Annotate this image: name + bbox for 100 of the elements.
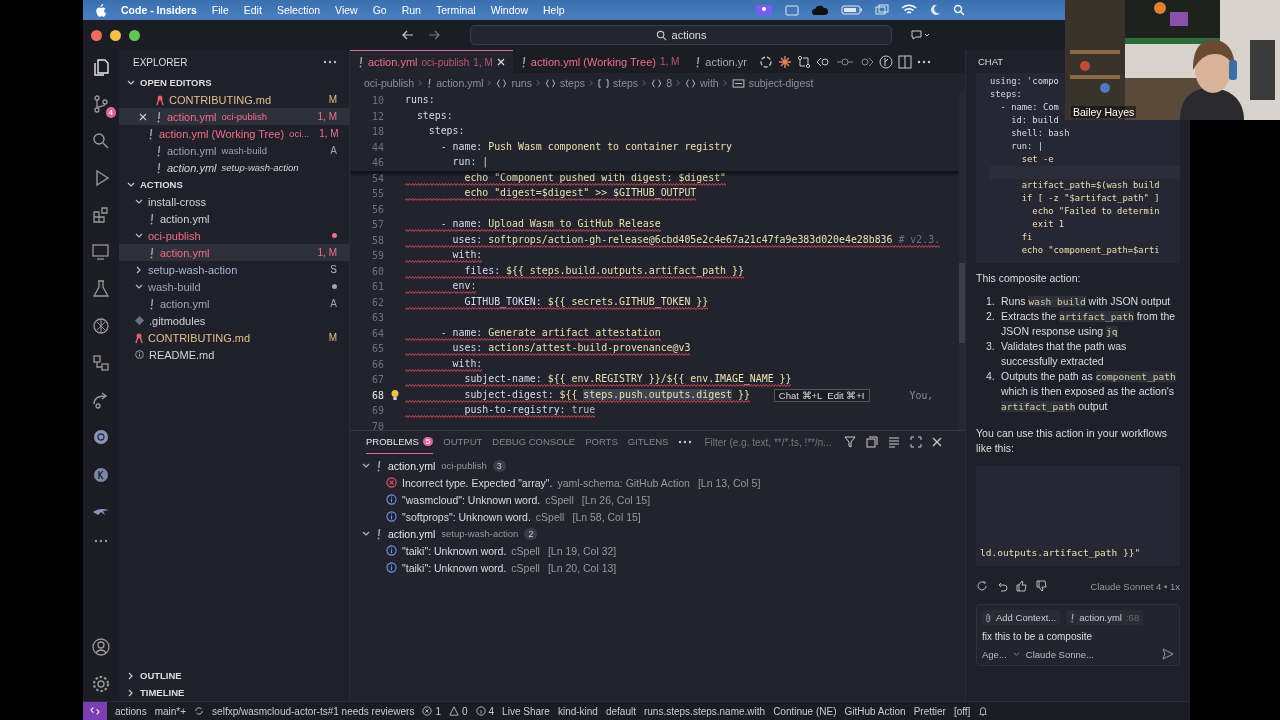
editor-tab[interactable]: action.yml oci-publish 1, M bbox=[350, 50, 513, 73]
menu-item[interactable]: Terminal bbox=[435, 4, 476, 16]
pull-request-status[interactable]: selfxp/wasmcloud-actor-ts#1 needs reviewers bbox=[212, 705, 415, 717]
notification-badge: 4 bbox=[105, 107, 116, 118]
breadcrumb[interactable]: with bbox=[699, 77, 719, 89]
menu-item[interactable]: Edit bbox=[243, 4, 262, 16]
breadcrumb[interactable]: runs bbox=[511, 77, 532, 89]
line-number: 61 bbox=[371, 281, 384, 293]
open-editor-item[interactable]: action.yml setup-wash-action bbox=[119, 159, 349, 176]
file-tree-item[interactable]: oci-publish bbox=[119, 227, 349, 244]
file-tree-item[interactable]: wash-build bbox=[119, 278, 349, 295]
error-count[interactable]: 1 bbox=[435, 705, 441, 717]
status-item[interactable]: runs.steps.steps.name.with bbox=[643, 705, 766, 717]
open-editor-item[interactable]: action.yml oci-publish 1, M bbox=[119, 108, 349, 125]
breadcrumb[interactable]: oci-publish bbox=[364, 77, 415, 89]
line-number: 18 bbox=[371, 126, 384, 138]
file-tree-item[interactable]: CONTRIBUTING.md M bbox=[119, 329, 349, 346]
code-line: steps: bbox=[427, 124, 465, 139]
editor-tab[interactable]: action.yr bbox=[687, 50, 755, 73]
app-name-menu[interactable]: Code - Insiders bbox=[121, 4, 197, 16]
blame-annotation: You, bbox=[909, 389, 934, 401]
folder-section-header[interactable]: ACTIONS bbox=[119, 176, 349, 193]
warning-count[interactable]: 0 bbox=[461, 705, 468, 717]
line-number: 57 bbox=[371, 219, 384, 231]
problem-item[interactable]: "taiki": Unknown word. cSpell [Ln 19, Col 32] bbox=[350, 542, 965, 559]
panel-tab[interactable]: PROBLEMS 5 bbox=[366, 430, 434, 454]
problem-item[interactable]: "taiki": Unknown word. cSpell [Ln 20, Col 13] bbox=[350, 559, 965, 576]
file-tree-item[interactable]: action.yml A bbox=[119, 295, 349, 312]
breadcrumb[interactable]: action.yml bbox=[436, 77, 484, 89]
info-count[interactable]: 4 bbox=[488, 705, 495, 717]
problem-item[interactable]: "wasmcloud": Unknown word. cSpell [Ln 26, Col 15] bbox=[350, 491, 965, 508]
add-context-button[interactable]: Add Context... bbox=[982, 610, 1061, 625]
menu-item[interactable]: Selection bbox=[276, 4, 321, 16]
file-tree-item[interactable]: .gitmodules bbox=[119, 312, 349, 329]
filter-field[interactable]: Filter (e.g. text, **/*.ts, !**/n... bbox=[702, 435, 835, 449]
chat-title[interactable]: CHAT bbox=[978, 56, 1004, 67]
open-editor-item[interactable]: CONTRIBUTING.md M bbox=[119, 91, 349, 108]
code-line: steps: bbox=[415, 108, 453, 123]
line-number: 68 bbox=[371, 389, 384, 401]
list-number: 1. bbox=[986, 294, 996, 309]
list-item-text: Runs wash build with JSON output bbox=[1001, 294, 1171, 309]
line-number: 44 bbox=[371, 141, 384, 153]
line-number: 63 bbox=[371, 312, 384, 324]
list-item-text: Extracts the artifact_path from the JSON response using jq bbox=[1001, 309, 1177, 339]
menu-item[interactable]: Window bbox=[490, 4, 528, 16]
command-center-search[interactable]: actions bbox=[470, 25, 892, 45]
workspace-status[interactable]: actions bbox=[115, 705, 147, 717]
breadcrumb[interactable]: subject-digest bbox=[748, 77, 814, 89]
file-tree-item[interactable]: action.yml 1, M bbox=[119, 244, 349, 261]
menu-item[interactable]: View bbox=[335, 4, 358, 16]
model-dropdown[interactable]: Claude Sonne... bbox=[1025, 648, 1094, 660]
breadcrumb[interactable]: steps bbox=[559, 77, 585, 89]
count-badge: 5 bbox=[422, 437, 434, 446]
panel-tab[interactable]: PORTS bbox=[585, 430, 618, 454]
line-number: 56 bbox=[371, 203, 384, 215]
file-tree-item[interactable]: setup-wash-action S bbox=[119, 261, 349, 278]
section-header[interactable]: TIMELINE bbox=[119, 684, 349, 701]
panel-tab[interactable]: DEBUG CONSOLE bbox=[492, 430, 576, 454]
line-number: 54 bbox=[371, 172, 384, 184]
status-item[interactable]: [off] bbox=[953, 705, 971, 717]
line-number: 67 bbox=[371, 374, 384, 386]
breadcrumb[interactable]: 8 bbox=[666, 77, 672, 89]
line-number: 55 bbox=[371, 188, 384, 200]
menu-item[interactable]: Go bbox=[372, 4, 387, 16]
line-number: 66 bbox=[371, 358, 384, 370]
mode-dropdown[interactable]: Age... bbox=[982, 648, 1007, 660]
line-number: 59 bbox=[371, 250, 384, 262]
file-tree-item[interactable]: README.md bbox=[119, 346, 349, 363]
breadcrumb[interactable]: steps bbox=[613, 77, 639, 89]
file-tree-item[interactable]: action.yml bbox=[119, 210, 349, 227]
status-item[interactable]: GitHub Action bbox=[844, 705, 906, 717]
status-item[interactable]: kind-kind bbox=[557, 705, 598, 717]
panel-tab[interactable]: GITLENS bbox=[627, 430, 669, 454]
code-line: run: | bbox=[451, 155, 489, 170]
problem-group[interactable]: action.yml setup-wash-action 2 bbox=[350, 525, 965, 542]
inline-chat-hint[interactable]: Chat ⌘+L Edit ⌘+I bbox=[773, 388, 870, 402]
chat-input-text: fix this to be a composite bbox=[982, 631, 1094, 642]
problem-group[interactable]: action.yml oci-publish 3 bbox=[350, 457, 965, 474]
menu-item[interactable]: Help bbox=[543, 4, 565, 16]
list-item-text: Outputs the path as component_path which is then exposed as the action's artifact_path output bbox=[1001, 369, 1177, 414]
status-item[interactable]: default bbox=[605, 705, 636, 717]
problem-item[interactable]: Incorrect type. Expected "array". yaml-schema: GitHub Action [Ln 13, Col 5] bbox=[350, 474, 965, 491]
open-editors-header[interactable]: OPEN EDITORS bbox=[119, 74, 349, 91]
open-editor-item[interactable]: action.yml wash-build A bbox=[119, 142, 349, 159]
problem-item[interactable]: "softprops": Unknown word. cSpell [Ln 58, Col 15] bbox=[350, 508, 965, 525]
status-item[interactable]: Continue (NE) bbox=[773, 705, 837, 717]
section-header[interactable]: OUTLINE bbox=[119, 667, 349, 684]
line-number: 58 bbox=[371, 234, 384, 246]
menu-item[interactable]: Run bbox=[401, 4, 421, 16]
panel-tab[interactable]: OUTPUT bbox=[443, 430, 483, 454]
menu-item[interactable]: File bbox=[211, 4, 229, 16]
status-item[interactable]: Prettier bbox=[913, 705, 946, 717]
status-item[interactable]: Live Share bbox=[502, 705, 550, 717]
branch-status[interactable]: main*+ bbox=[154, 705, 187, 717]
chat-paragraph: This composite action: bbox=[976, 271, 1082, 286]
line-number: 10 bbox=[371, 95, 384, 107]
editor-tab[interactable]: action.yml (Working Tree) 1, M bbox=[512, 50, 688, 73]
file-tree-item[interactable]: install-cross bbox=[119, 193, 349, 210]
open-editor-item[interactable]: action.yml (Working Tree) oci... 1, M bbox=[119, 125, 349, 142]
line-number: 70 bbox=[371, 420, 384, 430]
